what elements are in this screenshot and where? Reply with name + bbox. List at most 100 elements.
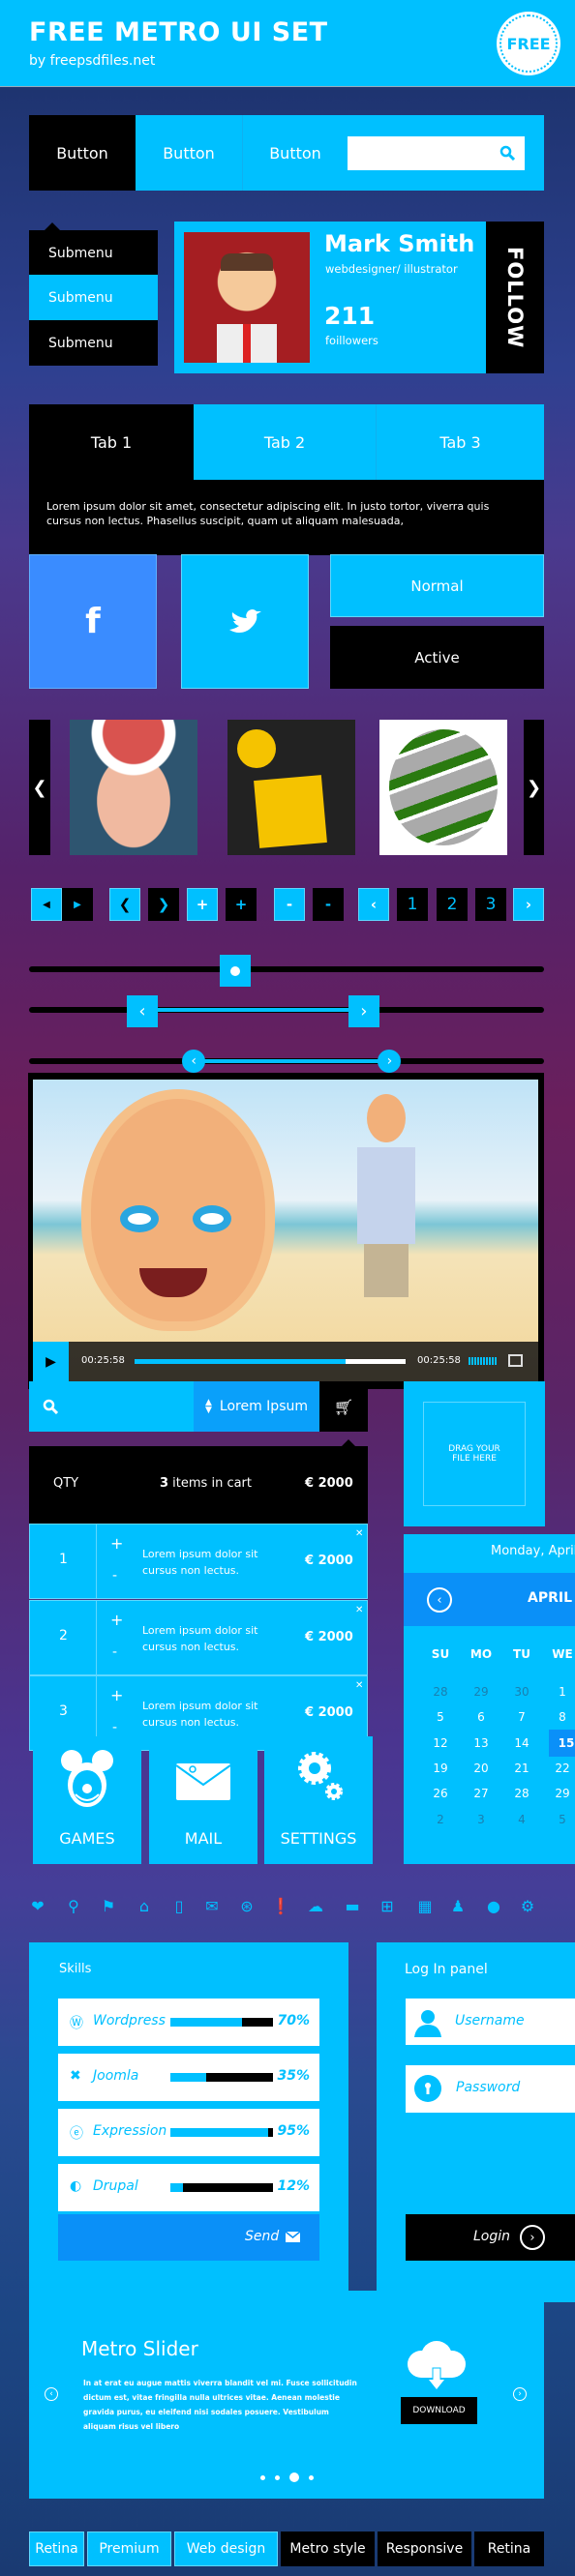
facebook-button[interactable]: f: [29, 554, 157, 689]
username-input[interactable]: Username: [406, 1999, 575, 2045]
calendar-day[interactable]: 5: [548, 1806, 575, 1833]
login-button[interactable]: Login ›: [406, 2214, 575, 2261]
calendar-day[interactable]: 7: [507, 1703, 536, 1731]
download-button[interactable]: DOWNLOAD: [401, 2397, 477, 2424]
submenu-item-2[interactable]: Submenu: [29, 275, 158, 320]
active-button[interactable]: Active: [330, 626, 544, 689]
calendar-day[interactable]: 22: [548, 1755, 575, 1782]
tag-metro-style[interactable]: Metro style: [281, 2532, 375, 2566]
calendar-day[interactable]: 6: [467, 1703, 496, 1731]
tab-3[interactable]: Tab 3: [377, 404, 544, 480]
quantity-plus-button[interactable]: +: [110, 1611, 123, 1629]
cloud-upload-icon[interactable]: ☁: [306, 1897, 325, 1916]
calendar-day[interactable]: 28: [507, 1780, 536, 1807]
file-dropzone[interactable]: DRAG YOUR FILE HERE: [404, 1381, 545, 1526]
quantity-minus-button[interactable]: -: [112, 1720, 117, 1735]
calendar-day[interactable]: 2: [426, 1806, 455, 1833]
play-button[interactable]: ▶: [33, 1342, 69, 1381]
calendar-icon[interactable]: ▦: [415, 1897, 435, 1916]
range-slider-min-handle[interactable]: ‹: [127, 995, 159, 1027]
carousel-image-1[interactable]: [70, 720, 197, 855]
home-icon[interactable]: ⌂: [135, 1897, 154, 1916]
video-progress[interactable]: [135, 1359, 406, 1364]
calendar-day[interactable]: 3: [467, 1806, 496, 1833]
calendar-day[interactable]: 29: [467, 1678, 496, 1705]
calendar-day[interactable]: 19: [426, 1755, 455, 1782]
cart-button[interactable]: 🛒︎: [319, 1381, 368, 1432]
calendar-day[interactable]: 26: [426, 1780, 455, 1807]
caret-right-button[interactable]: ▶: [62, 888, 93, 921]
twitter-button[interactable]: [181, 554, 309, 689]
settings-tile[interactable]: SETTINGS: [264, 1736, 373, 1864]
round-slider-min-handle[interactable]: ‹: [182, 1050, 206, 1073]
gear-icon[interactable]: ⚙: [518, 1897, 537, 1916]
calendar-day[interactable]: 4: [507, 1806, 536, 1833]
remove-item-icon[interactable]: ✕: [355, 1605, 363, 1615]
slider-dot[interactable]: [274, 2474, 280, 2480]
calendar-day[interactable]: 30: [507, 1678, 536, 1705]
normal-button[interactable]: Normal: [330, 554, 544, 617]
calendar-day[interactable]: 14: [507, 1730, 536, 1757]
tab-1[interactable]: Tab 1: [29, 404, 194, 480]
folder-icon[interactable]: ▬: [343, 1897, 362, 1916]
page-3-button[interactable]: 3: [475, 888, 506, 921]
nav-button-1[interactable]: Button: [29, 115, 136, 191]
round-slider-max-handle[interactable]: ›: [378, 1050, 402, 1073]
fullscreen-icon[interactable]: [508, 1354, 523, 1367]
calendar-day[interactable]: 13: [467, 1730, 496, 1757]
range-slider-max-handle[interactable]: ›: [348, 995, 379, 1027]
carousel-prev-button[interactable]: ❮: [29, 720, 50, 855]
calendar-day[interactable]: 29: [548, 1780, 575, 1807]
calendar-day[interactable]: 1: [548, 1678, 575, 1705]
submenu-item-3[interactable]: Submenu: [29, 320, 158, 366]
alert-icon[interactable]: ❗: [271, 1897, 290, 1916]
minus-button-dark[interactable]: -: [313, 888, 344, 921]
tag-retina[interactable]: Retina: [29, 2532, 84, 2566]
calendar-day[interactable]: 20: [467, 1755, 496, 1782]
calendar-day[interactable]: 27: [467, 1780, 496, 1807]
heart-icon[interactable]: ❤: [28, 1897, 47, 1916]
nav-button-2[interactable]: Button: [136, 115, 243, 191]
carousel-image-3[interactable]: [379, 720, 507, 855]
plus-button[interactable]: +: [187, 888, 218, 921]
search-input[interactable]: [348, 136, 525, 170]
page-2-button[interactable]: 2: [437, 888, 468, 921]
page-prev-button[interactable]: ‹: [358, 888, 389, 921]
quantity-plus-button[interactable]: +: [110, 1686, 123, 1704]
windows-icon[interactable]: ⊞: [378, 1897, 397, 1916]
single-slider-handle[interactable]: [219, 955, 251, 987]
video-player[interactable]: ▶ 00:25:58 00:25:58: [28, 1073, 544, 1389]
slider-dot[interactable]: [259, 2474, 265, 2480]
volume-control[interactable]: [469, 1357, 497, 1365]
shop-select[interactable]: ▲ ▼ Lorem Ipsum: [194, 1381, 319, 1432]
lifebuoy-icon[interactable]: ⊛: [237, 1897, 257, 1916]
user-icon[interactable]: ♟: [448, 1897, 468, 1916]
calendar-day[interactable]: 5: [426, 1703, 455, 1731]
search-icon[interactable]: ⚲: [64, 1897, 83, 1916]
tab-2[interactable]: Tab 2: [194, 404, 377, 480]
flag-icon[interactable]: ⚑: [99, 1897, 118, 1916]
chat-icon[interactable]: ●: [484, 1897, 503, 1916]
carousel-next-button[interactable]: ❯: [524, 720, 544, 855]
calendar-prev-button[interactable]: ‹: [427, 1587, 452, 1613]
quantity-minus-button[interactable]: -: [112, 1644, 117, 1660]
password-input[interactable]: Password: [406, 2065, 575, 2113]
tag-retina[interactable]: Retina: [474, 2532, 544, 2566]
games-tile[interactable]: GAMES: [33, 1736, 141, 1864]
remove-item-icon[interactable]: ✕: [355, 1528, 363, 1539]
mail-icon[interactable]: ✉: [202, 1897, 222, 1916]
page-1-button[interactable]: 1: [397, 888, 428, 921]
tag-premium[interactable]: Premium: [87, 2532, 171, 2566]
tag-web-design[interactable]: Web design: [174, 2532, 278, 2566]
calendar-day-selected[interactable]: 15: [549, 1730, 575, 1757]
slider-dot-active[interactable]: [288, 2472, 299, 2482]
calendar-day[interactable]: 28: [426, 1678, 455, 1705]
plus-button-dark[interactable]: +: [226, 888, 257, 921]
calendar-day[interactable]: 21: [507, 1755, 536, 1782]
search-icon[interactable]: [499, 145, 515, 161]
single-slider-track[interactable]: [29, 966, 544, 972]
nav-button-3[interactable]: Button: [243, 115, 348, 191]
calendar-day[interactable]: 8: [548, 1703, 575, 1731]
quantity-minus-button[interactable]: -: [112, 1568, 117, 1584]
minus-button[interactable]: -: [274, 888, 305, 921]
